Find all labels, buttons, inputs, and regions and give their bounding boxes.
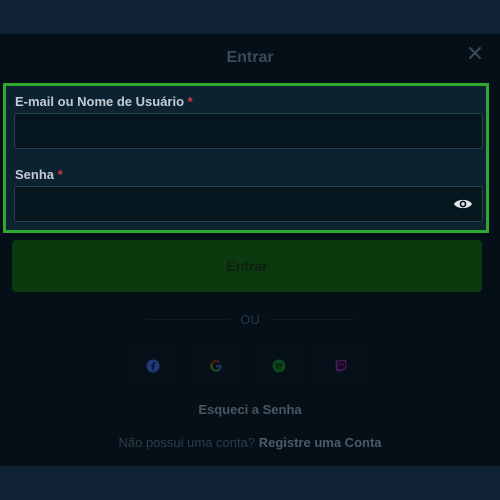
email-field[interactable] xyxy=(14,113,483,149)
close-icon xyxy=(469,47,481,59)
credentials-section: E-mail ou Nome de Usuário * Senha * xyxy=(3,83,489,233)
register-prompt: Não possui uma conta? Registre uma Conta xyxy=(0,435,500,450)
modal-title: Entrar xyxy=(226,49,274,66)
register-link[interactable]: Registre uma Conta xyxy=(259,435,382,450)
page-header-strip xyxy=(0,0,500,34)
no-account-text: Não possui uma conta? xyxy=(118,435,256,450)
login-modal: Entrar E-mail ou Nome de Usuário * Senha… xyxy=(0,34,500,466)
twitch-login-button[interactable] xyxy=(318,348,364,384)
facebook-icon xyxy=(146,359,160,373)
facebook-login-button[interactable] xyxy=(130,348,176,384)
password-field[interactable] xyxy=(14,186,483,222)
password-label: Senha * xyxy=(15,167,63,182)
required-marker: * xyxy=(187,94,193,109)
divider-text: OU xyxy=(240,312,260,327)
google-icon xyxy=(210,360,222,372)
submit-button[interactable]: Entrar xyxy=(12,240,482,292)
forgot-password-link[interactable]: Esqueci a Senha xyxy=(0,402,500,417)
close-button[interactable] xyxy=(464,42,486,64)
twitch-icon xyxy=(335,360,347,372)
required-marker: * xyxy=(57,167,63,182)
google-login-button[interactable] xyxy=(193,348,239,384)
spotify-login-button[interactable] xyxy=(256,348,302,384)
password-visibility-toggle[interactable] xyxy=(452,195,474,213)
email-label: E-mail ou Nome de Usuário * xyxy=(15,94,193,109)
eye-icon xyxy=(454,199,472,209)
spotify-icon xyxy=(272,359,286,373)
page-footer-strip xyxy=(0,466,500,500)
divider-line-right xyxy=(270,319,355,320)
